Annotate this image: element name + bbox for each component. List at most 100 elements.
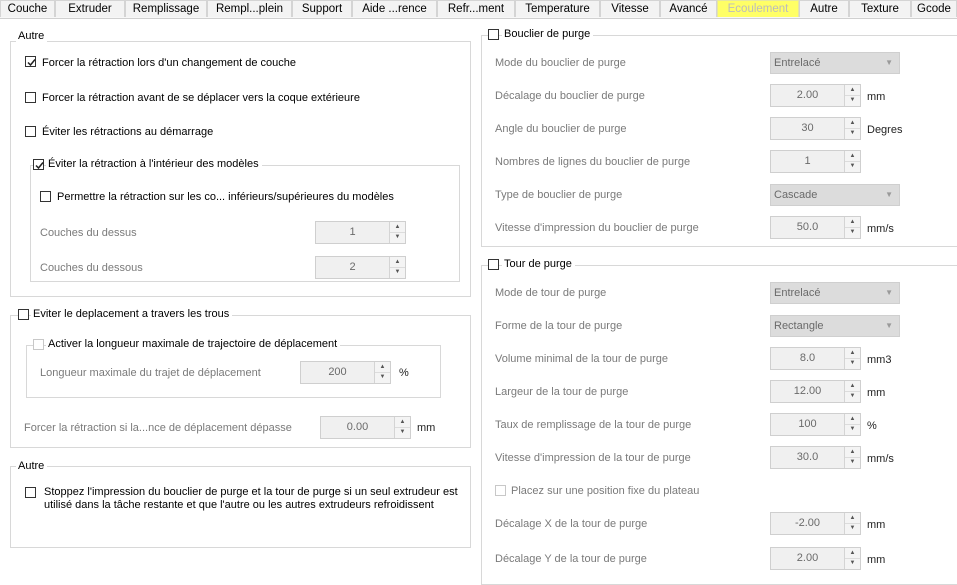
shield-mode-select[interactable]: Entrelacé ▼	[770, 52, 900, 74]
shield-lines-value: 1	[804, 155, 811, 167]
spin-down-icon[interactable]: ▼	[845, 227, 860, 237]
spin-down-icon[interactable]: ▼	[845, 95, 860, 105]
spin-down-icon[interactable]: ▼	[845, 161, 860, 171]
tower-width-spinbox[interactable]: 12.00 ▲ ▼	[770, 380, 861, 403]
tab-refroidissement[interactable]: Refr...ment	[437, 0, 515, 17]
shield-speed-unit: mm/s	[867, 223, 894, 235]
tab-ecoulement[interactable]: Ecoulement	[717, 0, 799, 17]
shield-offset-label: Décalage du bouclier de purge	[495, 90, 645, 102]
spin-down-icon[interactable]: ▼	[390, 267, 405, 277]
avoid-retract-start-checkbox[interactable]	[25, 126, 36, 137]
tab-gcode[interactable]: Gcode	[911, 0, 957, 17]
tower-fill-label: Taux de remplissage de la tour de purge	[495, 419, 692, 431]
shield-speed-spinbox[interactable]: 50.0 ▲ ▼	[770, 216, 861, 239]
checkmark-icon	[35, 162, 44, 170]
tab-texture[interactable]: Texture	[849, 0, 911, 17]
tower-volume-unit: mm3	[867, 354, 892, 366]
shield-angle-spinbox[interactable]: 30 ▲ ▼	[770, 117, 861, 140]
tab-avance[interactable]: Avancé	[660, 0, 717, 17]
spin-down-icon[interactable]: ▼	[375, 372, 390, 382]
tower-width-unit: mm	[867, 387, 886, 399]
bottom-layers-label: Couches du dessous	[40, 262, 143, 274]
spin-down-icon[interactable]: ▼	[845, 523, 860, 533]
tab-support[interactable]: Support	[292, 0, 352, 17]
tower-shape-value: Rectangle	[774, 320, 824, 332]
spin-down-icon[interactable]: ▼	[845, 358, 860, 368]
chevron-down-icon: ▼	[885, 58, 893, 67]
avoid-holes-label: Eviter le deplacement a travers les trou…	[31, 307, 233, 321]
allow-topbottom-label: Permettre la rétraction sur les co... in…	[57, 191, 394, 203]
force-retract-distance-spinbox[interactable]: 0.00 ▲ ▼	[320, 416, 411, 439]
purge-tower-label: Tour de purge	[502, 257, 575, 271]
tower-y-offset-spinbox[interactable]: 2.00 ▲ ▼	[770, 547, 861, 570]
tower-volume-label: Volume minimal de la tour de purge	[495, 353, 669, 365]
spin-down-icon[interactable]: ▼	[845, 128, 860, 138]
tab-rempl-plein[interactable]: Rempl...plein	[207, 0, 292, 17]
tower-speed-unit: mm/s	[867, 453, 894, 465]
tower-x-offset-value: -2.00	[794, 517, 821, 529]
avoid-inside-checkbox[interactable]	[33, 159, 44, 170]
purge-tower-checkbox[interactable]	[488, 259, 499, 270]
tower-x-offset-spinbox[interactable]: -2.00 ▲ ▼	[770, 512, 861, 535]
avoid-inside-label: Éviter la rétraction à l'intérieur des m…	[46, 157, 262, 171]
max-travel-length-spinbox[interactable]: 200 ▲ ▼	[300, 361, 391, 384]
checkmark-icon	[27, 59, 36, 67]
tower-y-offset-unit: mm	[867, 554, 886, 566]
max-travel-label: Activer la longueur maximale de trajecto…	[46, 337, 341, 351]
tower-fill-spinbox[interactable]: 100 ▲ ▼	[770, 413, 861, 436]
spin-down-icon[interactable]: ▼	[845, 391, 860, 401]
force-retract-layer-checkbox[interactable]	[25, 56, 36, 67]
tower-mode-value: Entrelacé	[774, 287, 821, 299]
tower-shape-select[interactable]: Rectangle ▼	[770, 315, 900, 337]
tower-fill-value: 100	[798, 418, 817, 430]
tab-temperature[interactable]: Temperature	[515, 0, 600, 17]
max-travel-length-unit: %	[399, 367, 409, 379]
purge-shield-label: Bouclier de purge	[502, 27, 594, 41]
tab-aide-adherence[interactable]: Aide ...rence	[352, 0, 437, 17]
spin-down-icon[interactable]: ▼	[390, 232, 405, 242]
avoid-holes-checkbox[interactable]	[18, 309, 29, 320]
max-travel-checkbox[interactable]	[33, 339, 44, 350]
chevron-down-icon: ▼	[885, 288, 893, 297]
bottom-layers-spinbox[interactable]: 2 ▲ ▼	[315, 256, 406, 279]
tower-mode-label: Mode de tour de purge	[495, 287, 607, 299]
shield-type-select[interactable]: Cascade ▼	[770, 184, 900, 206]
tower-volume-spinbox[interactable]: 8.0 ▲ ▼	[770, 347, 861, 370]
stop-purge-label-line2: utilisé dans la tâche restante et que l'…	[44, 499, 434, 511]
allow-topbottom-checkbox[interactable]	[40, 191, 51, 202]
spin-down-icon[interactable]: ▼	[395, 427, 410, 437]
spin-down-icon[interactable]: ▼	[845, 457, 860, 467]
force-retract-distance-value: 0.00	[346, 421, 369, 433]
shield-lines-spinbox[interactable]: 1 ▲ ▼	[770, 150, 861, 173]
tab-couche[interactable]: Couche	[0, 0, 55, 17]
tab-vitesse[interactable]: Vitesse	[600, 0, 660, 17]
tower-fixed-position-checkbox[interactable]	[495, 485, 506, 496]
shield-mode-value: Entrelacé	[774, 57, 821, 69]
force-retract-distance-unit: mm	[417, 422, 436, 434]
tab-remplissage[interactable]: Remplissage	[125, 0, 207, 17]
top-layers-value: 1	[349, 226, 356, 238]
tab-autre[interactable]: Autre	[799, 0, 849, 17]
stop-purge-checkbox[interactable]	[25, 487, 36, 498]
tower-x-offset-label: Décalage X de la tour de purge	[495, 518, 648, 530]
force-retract-outer-checkbox[interactable]	[25, 92, 36, 103]
force-retract-layer-label: Forcer la rétraction lors d'un changemen…	[42, 57, 297, 69]
max-travel-length-label: Longueur maximale du trajet de déplaceme…	[40, 367, 261, 379]
spin-down-icon[interactable]: ▼	[845, 424, 860, 434]
tower-mode-select[interactable]: Entrelacé ▼	[770, 282, 900, 304]
shield-speed-label: Vitesse d'impression du bouclier de purg…	[495, 222, 699, 234]
force-retract-distance-label: Forcer la rétraction si la...nce de dépl…	[24, 422, 292, 434]
shield-type-label: Type de bouclier de purge	[495, 189, 623, 201]
group-title-autre-2: Autre	[16, 459, 48, 473]
force-retract-outer-label: Forcer la rétraction avant de se déplace…	[42, 92, 360, 104]
top-layers-spinbox[interactable]: 1 ▲ ▼	[315, 221, 406, 244]
tab-extruder[interactable]: Extruder	[55, 0, 125, 17]
tower-speed-spinbox[interactable]: 30.0 ▲ ▼	[770, 446, 861, 469]
shield-lines-label: Nombres de lignes du bouclier de purge	[495, 156, 691, 168]
chevron-down-icon: ▼	[885, 190, 893, 199]
shield-angle-value: 30	[801, 122, 814, 134]
spin-down-icon[interactable]: ▼	[845, 558, 860, 568]
shield-speed-value: 50.0	[796, 221, 819, 233]
shield-offset-spinbox[interactable]: 2.00 ▲ ▼	[770, 84, 861, 107]
purge-shield-checkbox[interactable]	[488, 29, 499, 40]
